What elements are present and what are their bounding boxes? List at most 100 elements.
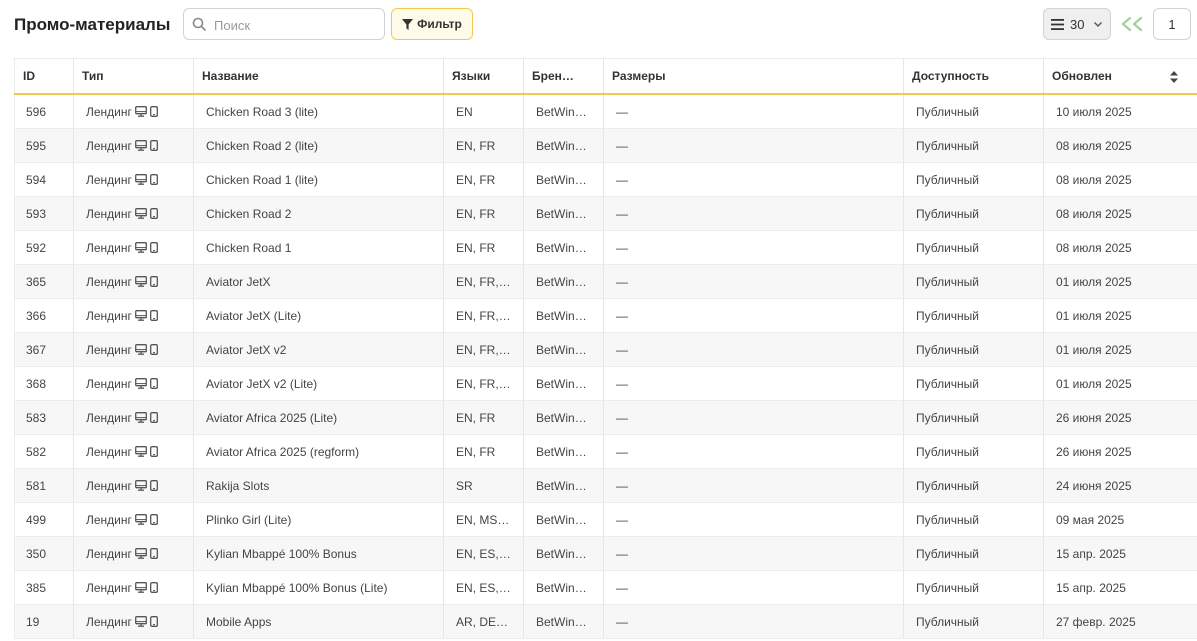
col-header-languages[interactable]: Языки	[443, 58, 524, 95]
cell-sizes: —	[603, 570, 904, 605]
cell-sizes: —	[603, 94, 904, 129]
col-header-availability[interactable]: Доступность	[903, 58, 1044, 95]
table-row[interactable]: 583 Лендинг Aviator Africa 2025 (Lite) EN,…	[14, 400, 1197, 435]
cell-type: Лендинг	[73, 128, 194, 163]
cell-brand: BetWinn…	[523, 196, 604, 231]
device-icons	[134, 410, 159, 424]
table-row[interactable]: 385 Лендинг Kylian Mbappé 100% Bonus (Lit…	[14, 570, 1197, 605]
desktop-icon	[134, 140, 147, 152]
table-row[interactable]: 594 Лендинг Chicken Road 1 (lite) EN, FR Be…	[14, 162, 1197, 197]
cell-id: 581	[14, 468, 74, 503]
search-box[interactable]	[183, 8, 385, 40]
col-header-brand[interactable]: Брен…	[523, 58, 604, 95]
mobile-icon	[150, 208, 159, 220]
cell-type: Лендинг	[73, 502, 194, 537]
table-row[interactable]: 368 Лендинг Aviator JetX v2 (Lite) EN, FR,…	[14, 366, 1197, 401]
desktop-icon	[134, 276, 147, 288]
type-label: Лендинг	[86, 614, 132, 629]
table-row[interactable]: 581 Лендинг Rakija Slots SR BetWinn… — Публич…	[14, 468, 1197, 503]
table-row[interactable]: 592 Лендинг Chicken Road 1 EN, FR BetWinn… —…	[14, 230, 1197, 265]
cell-type: Лендинг	[73, 332, 194, 367]
table-row[interactable]: 596 Лендинг Chicken Road 3 (lite) EN BetWin…	[14, 94, 1197, 129]
cell-id: 596	[14, 94, 74, 129]
cell-availability: Публичный	[903, 230, 1044, 265]
desktop-icon	[134, 480, 147, 492]
col-header-updated[interactable]: Обновлен	[1043, 58, 1197, 95]
cell-availability: Публичный	[903, 298, 1044, 333]
cell-name: Chicken Road 2	[193, 196, 444, 231]
promo-table: ID Тип Название Языки Брен… Размеры Дост…	[14, 58, 1197, 639]
table-row[interactable]: 19 Лендинг Mobile Apps AR, DE, … BetWinn… — П…	[14, 604, 1197, 639]
filter-button[interactable]: Фильтр	[391, 8, 473, 40]
cell-availability: Публичный	[903, 604, 1044, 639]
device-icons	[134, 580, 159, 594]
col-header-name[interactable]: Название	[193, 58, 444, 95]
cell-type: Лендинг	[73, 400, 194, 435]
table-row[interactable]: 367 Лендинг Aviator JetX v2 EN, FR, PT BetW…	[14, 332, 1197, 367]
table-row[interactable]: 593 Лендинг Chicken Road 2 EN, FR BetWinn… —…	[14, 196, 1197, 231]
search-input[interactable]	[212, 14, 381, 36]
cell-languages: EN, FR	[443, 434, 524, 469]
table-row[interactable]: 366 Лендинг Aviator JetX (Lite) EN, FR, PT…	[14, 298, 1197, 333]
type-label: Лендинг	[86, 512, 132, 527]
type-label: Лендинг	[86, 308, 132, 323]
table-row[interactable]: 595 Лендинг Chicken Road 2 (lite) EN, FR Be…	[14, 128, 1197, 163]
cell-updated: 26 июня 2025	[1043, 434, 1197, 469]
cell-brand: BetWinn…	[523, 434, 604, 469]
table-row[interactable]: 365 Лендинг Aviator JetX EN, FR, PT BetWinn…	[14, 264, 1197, 299]
mobile-icon	[150, 106, 159, 118]
filter-button-label: Фильтр	[417, 17, 462, 31]
cell-languages: EN, FR, PT	[443, 332, 524, 367]
mobile-icon	[150, 446, 159, 458]
cell-type: Лендинг	[73, 604, 194, 639]
table-row[interactable]: 350 Лендинг Kylian Mbappé 100% Bonus EN, E…	[14, 536, 1197, 571]
page-number-input[interactable]: 1	[1153, 8, 1191, 40]
col-header-type[interactable]: Тип	[73, 58, 194, 95]
cell-languages: EN, ES, F…	[443, 536, 524, 571]
table-row[interactable]: 582 Лендинг Aviator Africa 2025 (regform)…	[14, 434, 1197, 469]
cell-id: 365	[14, 264, 74, 299]
cell-brand: BetWinn…	[523, 468, 604, 503]
cell-languages: AR, DE, …	[443, 604, 524, 639]
cell-availability: Публичный	[903, 332, 1044, 367]
device-icons	[134, 240, 159, 254]
cell-type: Лендинг	[73, 366, 194, 401]
type-label: Лендинг	[86, 274, 132, 289]
type-label: Лендинг	[86, 376, 132, 391]
cell-updated: 08 июля 2025	[1043, 128, 1197, 163]
cell-sizes: —	[603, 230, 904, 265]
page-title: Промо-материалы	[14, 15, 171, 34]
cell-brand: BetWinn…	[523, 332, 604, 367]
cell-id: 366	[14, 298, 74, 333]
cell-name: Aviator JetX v2	[193, 332, 444, 367]
col-header-sizes[interactable]: Размеры	[603, 58, 904, 95]
cell-id: 368	[14, 366, 74, 401]
cell-sizes: —	[603, 128, 904, 163]
first-page-icon[interactable]	[1119, 16, 1145, 32]
desktop-icon	[134, 616, 147, 628]
device-icons	[134, 308, 159, 322]
cell-availability: Публичный	[903, 128, 1044, 163]
desktop-icon	[134, 514, 147, 526]
cell-updated: 26 июня 2025	[1043, 400, 1197, 435]
table-row[interactable]: 499 Лендинг Plinko Girl (Lite) EN, MS, … Be…	[14, 502, 1197, 537]
device-icons	[134, 512, 159, 526]
desktop-icon	[134, 174, 147, 186]
cell-brand: BetWinn…	[523, 128, 604, 163]
type-label: Лендинг	[86, 410, 132, 425]
cell-sizes: —	[603, 604, 904, 639]
mobile-icon	[150, 344, 159, 356]
cell-type: Лендинг	[73, 468, 194, 503]
mobile-icon	[150, 140, 159, 152]
desktop-icon	[134, 378, 147, 390]
cell-updated: 01 июля 2025	[1043, 332, 1197, 367]
mobile-icon	[150, 480, 159, 492]
toolbar: Промо-материалы Фильтр 30 1	[0, 0, 1197, 58]
col-header-id[interactable]: ID	[14, 58, 74, 95]
mobile-icon	[150, 378, 159, 390]
sort-icon[interactable]	[1169, 71, 1179, 83]
cell-availability: Публичный	[903, 570, 1044, 605]
desktop-icon	[134, 412, 147, 424]
cell-updated: 01 июля 2025	[1043, 298, 1197, 333]
page-size-select[interactable]: 30	[1043, 8, 1111, 40]
